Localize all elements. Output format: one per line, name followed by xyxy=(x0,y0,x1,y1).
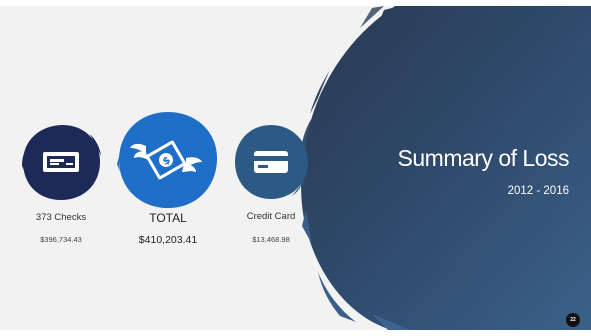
bottom-band xyxy=(0,330,591,336)
credit-card-circle xyxy=(235,125,308,199)
credit-card-label: Credit Card xyxy=(246,211,296,222)
credit-card-value: $13,468.98 xyxy=(252,235,290,244)
credit-card-icon xyxy=(254,151,288,173)
slide: $ 373 Checks $396,734.43 TOTAL $410,203.… xyxy=(0,0,591,336)
total-circle: $ xyxy=(117,112,218,208)
total-label: TOTAL xyxy=(149,211,187,225)
total-value: $410,203.41 xyxy=(138,234,198,246)
slide-title: Summary of Loss xyxy=(397,145,570,171)
checks-circle xyxy=(22,124,101,200)
title-block: Summary of Loss 2012 - 2016 xyxy=(349,143,570,197)
checks-label: 373 Checks xyxy=(35,212,87,223)
page-number-badge: 22 xyxy=(566,313,580,327)
check-icon xyxy=(43,152,79,172)
checks-value: $396,734.43 xyxy=(40,235,82,244)
year-range: 2012 - 2016 xyxy=(507,185,569,197)
